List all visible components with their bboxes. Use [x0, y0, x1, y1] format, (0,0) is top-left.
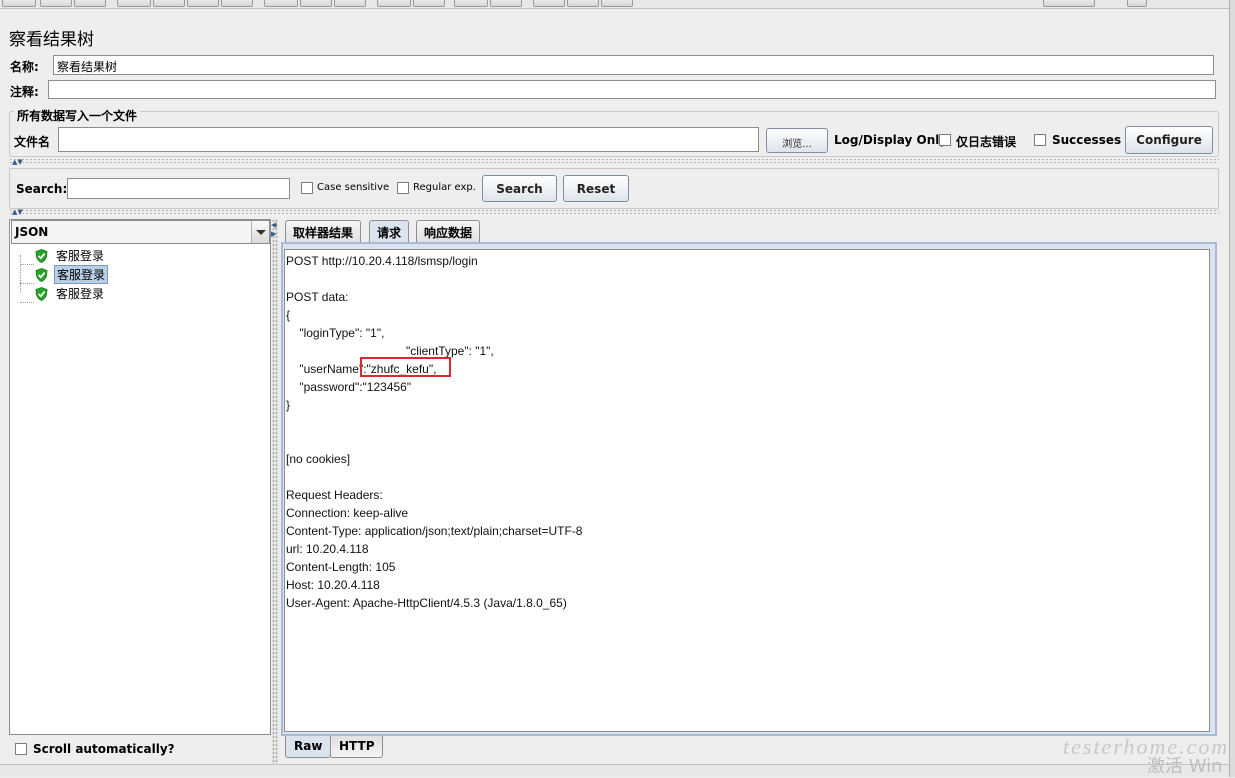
- tree-node[interactable]: 客服登录: [35, 285, 106, 302]
- scroll-auto-label: Scroll automatically?: [33, 742, 175, 756]
- success-shield-icon: [35, 267, 48, 282]
- file-section-legend: 所有数据写入一个文件: [14, 107, 141, 124]
- configure-button[interactable]: Configure: [1125, 126, 1213, 154]
- toolbar-button[interactable]: [377, 0, 411, 7]
- toolbar-button[interactable]: [567, 0, 599, 7]
- comment-field[interactable]: [48, 80, 1216, 99]
- toolbar-button[interactable]: [334, 0, 366, 7]
- toolbar-button[interactable]: [1127, 0, 1147, 7]
- regular-exp-checkbox[interactable]: [397, 182, 409, 194]
- splitter-arrows-icon[interactable]: ▲▼: [12, 158, 23, 166]
- tab-sampler-result[interactable]: 取样器结果: [285, 220, 362, 242]
- tab-raw[interactable]: Raw: [285, 736, 332, 758]
- splitter-arrows-icon[interactable]: ▲▼: [12, 208, 23, 216]
- search-button[interactable]: Search: [482, 175, 557, 202]
- request-raw-text: POST http://10.20.4.118/lsmsp/login POST…: [286, 254, 583, 610]
- tree-node-selected[interactable]: 客服登录: [35, 265, 109, 284]
- case-sensitive-label: Case sensitive: [317, 182, 390, 193]
- toolbar-button[interactable]: [2, 0, 36, 7]
- highlight-box: [360, 357, 451, 377]
- renderer-select-value: JSON: [15, 225, 49, 239]
- toolbar-button[interactable]: [153, 0, 185, 7]
- filename-field[interactable]: [58, 127, 759, 152]
- splitter[interactable]: [9, 209, 1219, 215]
- successes-checkbox[interactable]: [1034, 134, 1046, 146]
- toolbar-button[interactable]: [454, 0, 488, 7]
- vertical-scrollbar[interactable]: [1229, 0, 1235, 777]
- toolbar-button[interactable]: [533, 0, 565, 7]
- filename-label: 文件名: [14, 135, 51, 149]
- toolbar-button[interactable]: [413, 0, 445, 7]
- tree-node-label: 客服登录: [56, 287, 105, 301]
- success-shield-icon: [35, 286, 48, 301]
- errors-label: 仅日志错误: [956, 135, 1017, 149]
- status-bar: [0, 764, 1229, 777]
- tree-line: [20, 264, 34, 265]
- reset-button[interactable]: Reset: [563, 175, 629, 202]
- scroll-auto-checkbox[interactable]: [15, 743, 27, 755]
- chevron-down-icon[interactable]: [251, 221, 269, 243]
- splitter[interactable]: [9, 158, 1219, 164]
- page-title: 察看结果树: [9, 30, 94, 50]
- regular-exp-label: Regular exp.: [413, 182, 476, 193]
- name-label: 名称:: [10, 60, 39, 74]
- case-sensitive-checkbox[interactable]: [301, 182, 313, 194]
- tree-node[interactable]: 客服登录: [35, 247, 106, 264]
- tree-line: [20, 302, 34, 303]
- toolbar-button[interactable]: [74, 0, 106, 7]
- name-field[interactable]: 察看结果树: [53, 55, 1214, 75]
- toolbar-button[interactable]: [1043, 0, 1095, 7]
- tab-request[interactable]: 请求: [369, 220, 410, 243]
- tree-line: [20, 255, 21, 293]
- splitter-arrows-icon[interactable]: ◀ ▶: [271, 221, 276, 239]
- renderer-select[interactable]: JSON: [11, 220, 270, 244]
- log-display-label: Log/Display Only:: [834, 133, 952, 147]
- toolbar-button[interactable]: [300, 0, 332, 7]
- success-shield-icon: [35, 248, 48, 263]
- tab-response-data[interactable]: 响应数据: [416, 220, 481, 242]
- tree-line: [20, 283, 34, 284]
- search-label: Search:: [16, 182, 68, 196]
- toolbar-button[interactable]: [117, 0, 151, 7]
- activation-watermark: 激活 Win: [1147, 756, 1223, 777]
- tree-node-label: 客服登录: [56, 249, 105, 263]
- request-text-area[interactable]: POST http://10.20.4.118/lsmsp/login POST…: [284, 249, 1210, 732]
- toolbar-button[interactable]: [187, 0, 219, 7]
- toolbar-button[interactable]: [601, 0, 633, 7]
- tree-node-label: 客服登录: [54, 265, 109, 284]
- comment-label: 注释:: [10, 85, 39, 99]
- search-input[interactable]: [67, 178, 290, 199]
- toolbar-button[interactable]: [264, 0, 298, 7]
- vertical-splitter[interactable]: [272, 219, 278, 764]
- toolbar: [0, 0, 1235, 9]
- successes-label: Successes: [1052, 133, 1122, 147]
- toolbar-button[interactable]: [490, 0, 522, 7]
- toolbar-button[interactable]: [40, 0, 72, 7]
- toolbar-button[interactable]: [221, 0, 253, 7]
- browse-button[interactable]: 浏览...: [766, 128, 828, 153]
- tab-http[interactable]: HTTP: [330, 736, 384, 758]
- errors-checkbox[interactable]: [939, 134, 951, 146]
